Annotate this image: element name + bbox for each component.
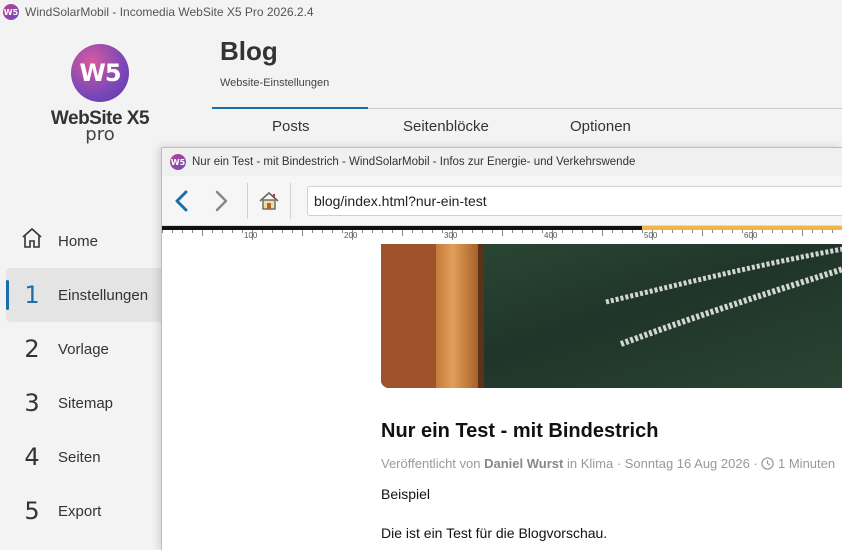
forward-button[interactable]: [202, 183, 242, 219]
meta-category-date: in Klima · Sonntag 16 Aug 2026 ·: [566, 456, 758, 471]
header-divider: [368, 108, 842, 109]
sidebar-item-label: Seiten: [58, 448, 101, 466]
home-icon: [20, 226, 44, 256]
main-header: Blog Website-Einstellungen Posts Seitenb…: [212, 24, 842, 135]
page-subtitle[interactable]: Website-Einstellungen: [220, 77, 329, 89]
main-nav: Home 1 Einstellungen 2 Vorlage 3 Sitemap…: [0, 214, 170, 538]
sidebar-item-label: Home: [58, 232, 99, 250]
app-title: WindSolarMobil - Incomedia WebSite X5 Pr…: [25, 5, 314, 19]
home-button[interactable]: [254, 183, 284, 219]
ruler-label: 400: [544, 231, 558, 240]
subtitle-underline: [212, 107, 368, 109]
sidebar: W5 WebSite X5 pro Home 1 Einstellungen 2…: [0, 24, 170, 550]
post-title: Nur ein Test - mit Bindestrich: [381, 420, 659, 442]
tab-posts[interactable]: Posts: [272, 110, 310, 135]
sidebar-item-label: Vorlage: [58, 340, 109, 358]
sidebar-item-seiten[interactable]: 4 Seiten: [0, 430, 170, 484]
preview-logo-icon: W5: [170, 154, 186, 170]
ruler-label: 200: [344, 231, 358, 240]
sidebar-item-label: Einstellungen: [58, 286, 149, 304]
page-title: Blog: [220, 36, 278, 66]
post-meta: Veröffentlicht von Daniel Wurst in Klima…: [381, 456, 835, 471]
brand-badge-icon: W5: [71, 44, 129, 102]
chevron-right-icon: [216, 190, 228, 211]
back-button[interactable]: [162, 183, 202, 219]
sidebar-item-vorlage[interactable]: 2 Vorlage: [0, 322, 170, 376]
sidebar-item-einstellungen[interactable]: 1 Einstellungen: [6, 268, 170, 322]
post-paragraph: Beispiel: [381, 486, 431, 502]
ruler-label: 600: [744, 231, 758, 240]
toolbar-divider: [289, 182, 291, 219]
tab-seitenbloecke[interactable]: Seitenblöcke: [403, 110, 489, 135]
sidebar-item-home[interactable]: Home: [0, 214, 170, 268]
sidebar-item-number: 2: [24, 335, 40, 363]
sidebar-item-number: 3: [24, 389, 40, 417]
preview-window-title: Nur ein Test - mit Bindestrich - WindSol…: [192, 156, 636, 168]
brand-logo: W5 WebSite X5 pro: [50, 44, 150, 144]
clock-icon: [761, 457, 775, 470]
meta-published-label: Veröffentlicht von: [381, 456, 481, 471]
ruler: 100 200 300 400 500 600: [162, 226, 842, 246]
app-titlebar: W5 WindSolarMobil - Incomedia WebSite X5…: [0, 0, 842, 24]
preview-titlebar: W5 Nur ein Test - mit Bindestrich - Wind…: [162, 148, 842, 176]
sidebar-item-number: 1: [24, 281, 40, 309]
meta-author[interactable]: Daniel Wurst: [484, 456, 563, 471]
ruler-label: 300: [444, 231, 458, 240]
url-field[interactable]: blog/index.html?nur-ein-test: [306, 185, 842, 216]
sidebar-item-number: 5: [24, 497, 40, 525]
home-icon: [259, 191, 279, 210]
tab-optionen[interactable]: Optionen: [570, 110, 631, 135]
chevron-left-icon: [175, 190, 188, 211]
post-paragraph: Die ist ein Test für die Blogvorschau.: [381, 525, 608, 541]
meta-read-time: 1 Minuten: [778, 456, 836, 471]
post-cover-image: [381, 244, 842, 388]
page-content: Nur ein Test - mit Bindestrich Veröffent…: [162, 244, 842, 541]
sidebar-item-label: Sitemap: [58, 394, 114, 412]
sidebar-item-label: Export: [58, 502, 102, 520]
toolbar-divider: [247, 182, 249, 219]
ruler-label: 100: [244, 231, 258, 240]
ruler-label: 500: [644, 231, 658, 240]
sidebar-item-sitemap[interactable]: 3 Sitemap: [0, 376, 170, 430]
app-logo-icon: W5: [3, 4, 19, 20]
sidebar-item-export[interactable]: 5 Export: [0, 484, 170, 538]
preview-window: W5 Nur ein Test - mit Bindestrich - Wind…: [161, 147, 842, 550]
sidebar-item-number: 4: [24, 443, 40, 471]
preview-toolbar: blog/index.html?nur-ein-test: [162, 176, 842, 226]
